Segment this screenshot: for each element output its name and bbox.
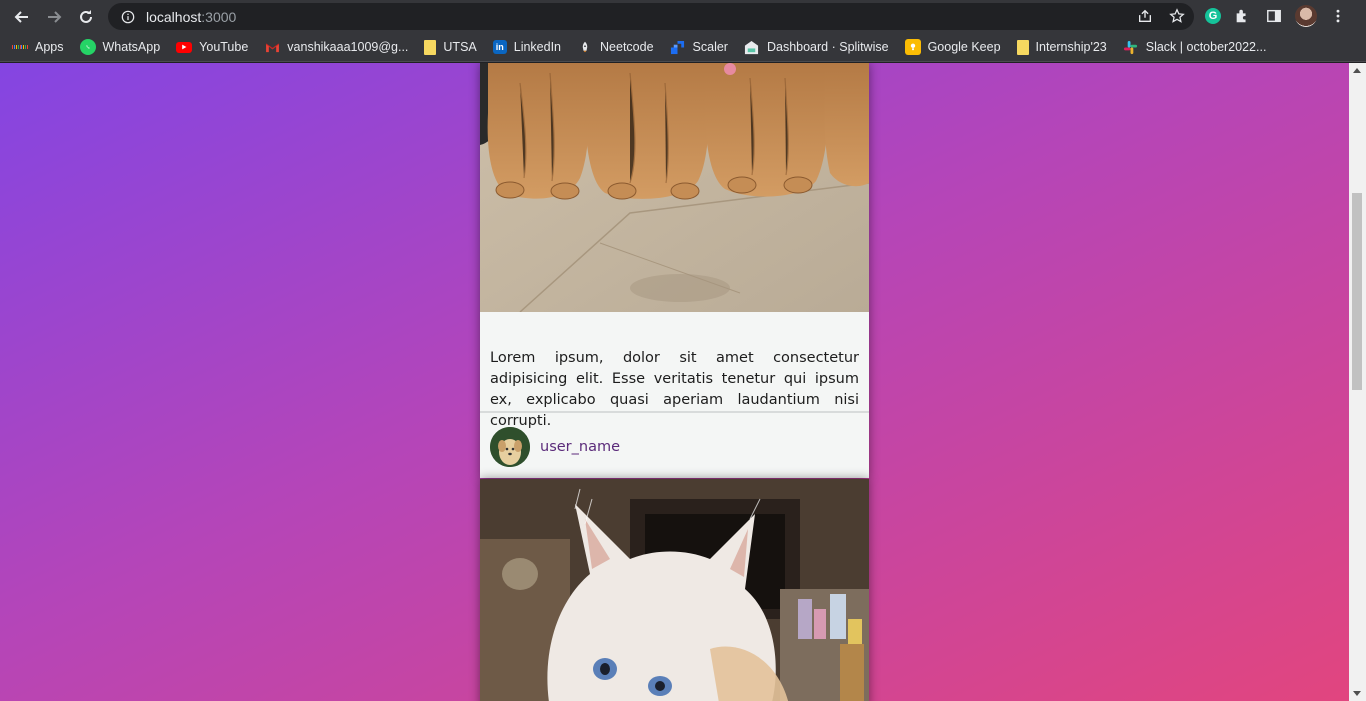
white-kitten-photo [480,479,869,701]
side-panel-icon[interactable] [1263,5,1285,27]
menu-icon[interactable] [1327,5,1349,27]
note-icon [1016,39,1029,55]
bookmark-utsa[interactable]: UTSA [424,35,477,59]
page-viewport: Lorem ipsum, dolor sit amet consectetur … [0,63,1366,701]
back-icon[interactable] [6,1,38,33]
bookmark-apps[interactable]: Apps [12,35,64,59]
bookmark-slack[interactable]: Slack | october2022... [1123,35,1267,59]
bookmark-google-keep[interactable]: Google Keep [904,35,1001,59]
browser-toolbar: localhost:3000 G [0,0,1366,33]
bookmark-label: YouTube [199,40,249,54]
site-info-icon[interactable] [120,9,136,25]
post-footer: user_name [480,411,869,480]
url-port: :3000 [201,8,237,25]
bookmark-neetcode[interactable]: Neetcode [577,35,654,59]
address-bar[interactable]: localhost:3000 [108,3,1194,30]
post-card [480,479,869,701]
golden-retriever-puppies-photo [480,63,869,312]
reload-icon[interactable] [70,1,102,33]
grammarly-icon[interactable]: G [1205,8,1221,24]
whatsapp-icon [79,39,96,55]
bookmark-whatsapp[interactable]: WhatsApp [79,35,161,59]
splitwise-icon [744,39,760,55]
bookmark-label: UTSA [443,40,477,54]
scroll-down-icon[interactable] [1353,691,1361,696]
bookmark-scaler[interactable]: Scaler [670,35,728,59]
user-avatar[interactable] [490,426,530,467]
scaler-icon [670,39,686,55]
bookmark-label: Neetcode [600,40,654,54]
bookmark-internship[interactable]: Internship'23 [1016,35,1107,59]
post-card: Lorem ipsum, dolor sit amet consectetur … [480,63,869,478]
bookmark-youtube[interactable]: YouTube [176,35,248,59]
neetcode-icon [577,39,593,55]
bookmark-label: WhatsApp [102,40,161,54]
scrollbar-thumb[interactable] [1352,193,1362,390]
bookmark-star-icon[interactable] [1168,7,1186,25]
bookmark-label: Apps [35,40,64,54]
keep-icon [904,39,921,55]
bookmark-label: Internship'23 [1035,40,1107,54]
profile-avatar[interactable] [1295,5,1317,27]
bookmark-label: Dashboard · Splitwise [766,40,889,54]
bookmark-gmail[interactable]: vanshikaaa1009@g... [264,35,408,59]
bookmarks-bar: Apps WhatsApp YouTube vanshikaaa1009@g..… [0,33,1366,62]
bookmark-label: Google Keep [927,40,1001,54]
linkedin-icon: in [492,40,507,54]
forward-icon[interactable] [38,1,70,33]
youtube-icon [176,41,193,53]
gmail-icon [264,39,280,55]
share-icon[interactable] [1136,7,1154,25]
scroll-up-icon[interactable] [1353,68,1361,73]
url-host: localhost [146,8,202,25]
bookmark-label: Slack | october2022... [1145,40,1267,54]
post-author-name[interactable]: user_name [540,439,620,455]
slack-icon [1123,39,1139,55]
bookmark-label: Scaler [692,40,728,54]
bookmark-label: LinkedIn [513,40,562,54]
url-text: localhost:3000 [146,9,236,25]
note-icon [424,39,437,55]
bookmark-label: vanshikaaa1009@g... [287,40,409,54]
page-scrollbar[interactable] [1349,63,1366,701]
apps-grid-icon [12,39,29,55]
bookmark-splitwise[interactable]: Dashboard · Splitwise [744,35,889,59]
bookmark-linkedin[interactable]: in LinkedIn [492,35,562,59]
extensions-icon[interactable] [1231,5,1253,27]
